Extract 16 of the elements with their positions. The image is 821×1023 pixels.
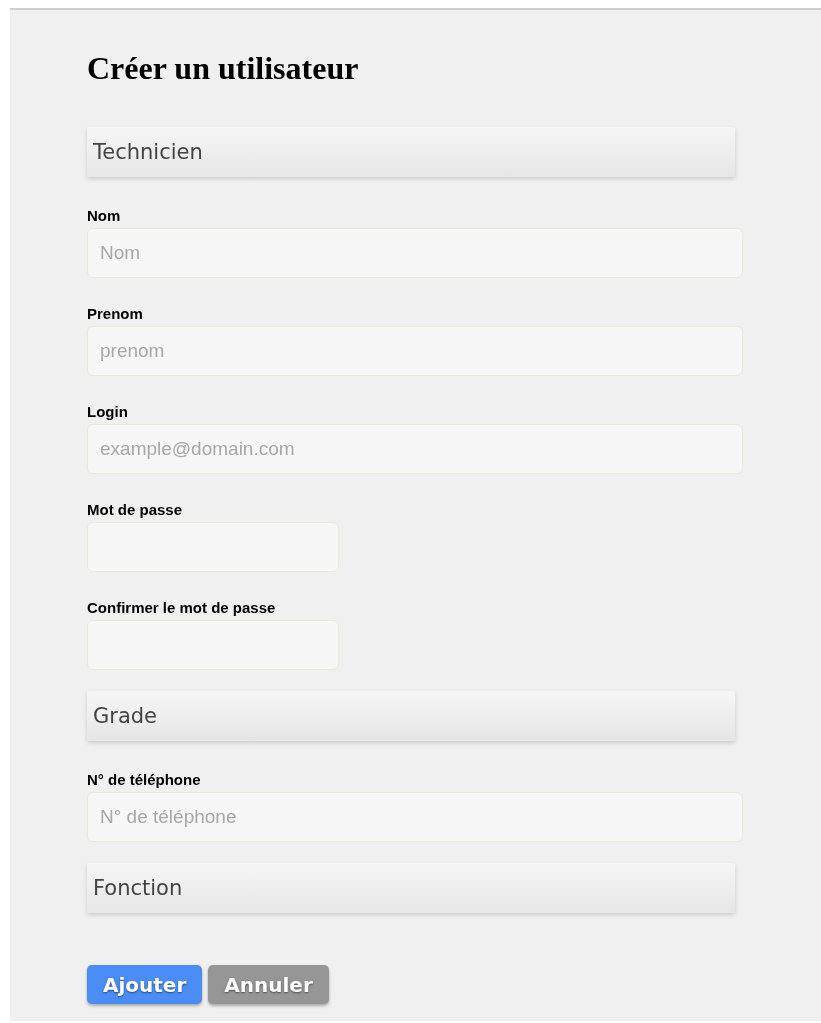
field-label: Mot de passe bbox=[87, 501, 183, 518]
input-field[interactable]: N° de téléphone bbox=[87, 792, 743, 842]
dropdown[interactable]: Grade bbox=[87, 691, 735, 741]
field-label: Confirmer le mot de passe bbox=[87, 599, 276, 616]
dropdown[interactable]: Technicien bbox=[87, 127, 735, 177]
field-label: N° de téléphone bbox=[87, 771, 201, 788]
dropdown[interactable]: Fonction bbox=[87, 863, 735, 913]
password-field[interactable] bbox=[87, 620, 339, 670]
input-field[interactable]: prenom bbox=[87, 326, 743, 376]
field-label: Login bbox=[87, 403, 128, 420]
password-field[interactable] bbox=[87, 522, 339, 572]
field-label: Prenom bbox=[87, 305, 143, 322]
page-title: Créer un utilisateur bbox=[87, 49, 359, 80]
field-label: Nom bbox=[87, 207, 121, 224]
input-field[interactable]: example@domain.com bbox=[87, 424, 743, 474]
input-field[interactable]: Nom bbox=[87, 228, 743, 278]
